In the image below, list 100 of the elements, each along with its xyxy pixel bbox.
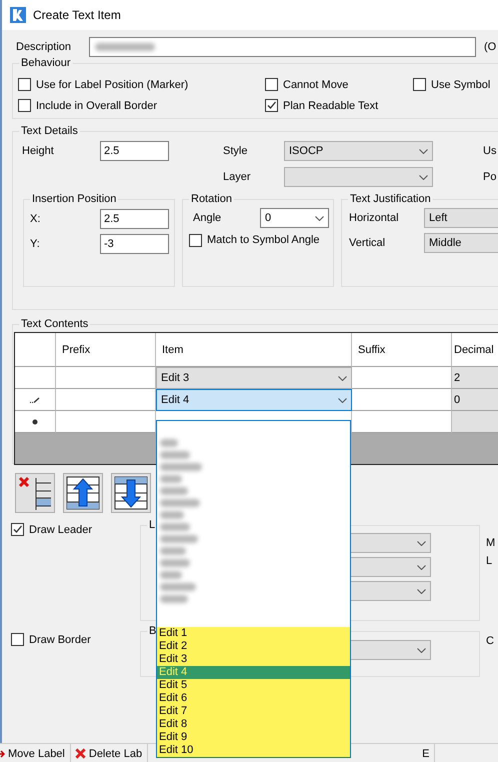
field-label: Layer (223, 171, 252, 183)
dropdown-item[interactable]: Edit 7 (157, 705, 350, 718)
group-title: Rotation (190, 193, 233, 205)
row-header[interactable] (15, 389, 56, 411)
field-label: Vertical (349, 237, 386, 249)
checkbox-label: Include in Overall Border (36, 100, 158, 112)
asterisk-icon (32, 418, 38, 424)
checkbox-box[interactable] (11, 523, 24, 536)
field-label: (O (484, 41, 496, 53)
dropdown-item[interactable]: Edit 1 (157, 627, 350, 640)
field-label: Style (223, 145, 248, 157)
taskbar-button[interactable]: E (418, 744, 436, 762)
field-label: M (486, 537, 496, 549)
checkbox-box[interactable] (18, 99, 31, 112)
checkbox[interactable]: Use for Label Position (Marker) (18, 74, 265, 95)
dropdown[interactable] (284, 167, 433, 187)
checkbox-label: Draw Leader (29, 524, 92, 536)
dropdown-item[interactable]: Edit 3 (157, 653, 350, 666)
group-title: Behaviour (20, 57, 72, 69)
field-label: Us (483, 145, 496, 157)
group-title: L (148, 519, 156, 531)
table-cell[interactable]: 0 (452, 389, 498, 411)
column-header: Prefix (56, 333, 156, 367)
chevron-down-icon (417, 540, 426, 546)
chevron-down-icon (417, 564, 426, 570)
dropdown-item[interactable]: Edit 2 (157, 640, 350, 653)
table-cell[interactable] (56, 411, 156, 433)
field-label: Description (16, 41, 72, 53)
field-label: Height (22, 145, 55, 157)
dropdown-item[interactable]: Edit 8 (157, 718, 350, 731)
move-up-icon (66, 476, 100, 510)
checkbox[interactable]: Draw Border (11, 629, 140, 650)
arrow-icon (0, 750, 5, 758)
checkbox-label: Draw Border (29, 634, 91, 646)
move-down-icon (114, 476, 148, 510)
delete-row-button[interactable] (15, 473, 55, 513)
taskbar-button[interactable]: Delete Lab (70, 744, 148, 762)
checkbox-label: Cannot Move (283, 78, 348, 90)
checkbox-box[interactable] (265, 99, 278, 112)
group-title: Text Justification (349, 193, 432, 205)
height-field[interactable]: 2.5 (100, 141, 169, 161)
dropdown[interactable]: ISOCP (284, 141, 433, 161)
taskbar-button[interactable]: Move Label (0, 744, 71, 762)
table-cell[interactable] (56, 367, 156, 389)
dropdown-item[interactable]: Edit 10 (157, 744, 350, 757)
checkbox[interactable]: Cannot Move (265, 74, 413, 95)
dropdown[interactable]: 0 (260, 208, 329, 228)
field-label: C (486, 635, 495, 647)
dropdown-item[interactable]: Edit 5 (157, 679, 350, 692)
dropdown-item[interactable]: Edit 6 (157, 692, 350, 705)
checkbox-box[interactable] (11, 633, 24, 646)
column-header: Decimal (452, 333, 498, 367)
table-cell[interactable] (56, 389, 156, 411)
item-dropdown[interactable]: Edit 4 (156, 389, 352, 411)
item-dropdown[interactable]: Edit 3 (156, 367, 352, 389)
checkbox-box[interactable] (265, 78, 278, 91)
pencil-icon (30, 396, 40, 402)
checkbox[interactable]: Use Symbol (413, 74, 498, 95)
app-logo-icon (10, 7, 26, 23)
checkbox-box[interactable] (189, 234, 202, 246)
group-title: B (148, 625, 158, 637)
chevron-down-icon (315, 216, 324, 220)
table-cell[interactable] (352, 411, 452, 433)
chevron-down-icon (417, 648, 426, 652)
description-field[interactable] (89, 37, 476, 57)
checkbox-label: Match to Symbol Angle (207, 234, 320, 246)
y-field[interactable]: -3 (100, 234, 169, 254)
checkbox-box[interactable] (413, 78, 426, 91)
delete-row-icon (17, 475, 53, 511)
field-label: L (486, 555, 494, 567)
checkbox[interactable]: Plan Readable Text (265, 95, 413, 116)
chevron-down-icon (338, 376, 347, 380)
table-cell[interactable] (352, 367, 452, 389)
dropdown-item[interactable]: Edit 9 (157, 731, 350, 744)
checkbox-box[interactable] (18, 78, 31, 91)
table-cell[interactable]: 2 (452, 367, 498, 389)
move-down-button[interactable] (111, 473, 151, 513)
x-field[interactable]: 2.5 (100, 209, 169, 229)
dropdown[interactable]: Middle (424, 233, 498, 253)
checkbox[interactable]: Include in Overall Border (18, 95, 265, 116)
row-header[interactable] (15, 367, 56, 389)
column-header: Suffix (352, 333, 452, 367)
chevron-down-icon (419, 148, 428, 154)
table-cell[interactable] (352, 389, 452, 411)
column-header: Item (156, 333, 352, 367)
move-up-button[interactable] (63, 473, 103, 513)
field-label: Horizontal (349, 212, 400, 224)
checkbox-label: Use Symbol (431, 78, 490, 90)
window-title: Create Text Item (33, 8, 121, 22)
chevron-down-icon (338, 398, 347, 402)
chevron-down-icon (419, 174, 428, 180)
field-label: Po (483, 171, 496, 183)
group-title: Text Contents (20, 318, 90, 330)
field-label: Y: (30, 238, 41, 250)
checkbox-label: Plan Readable Text (283, 100, 378, 112)
row-header[interactable] (15, 411, 56, 433)
corner-header (15, 333, 56, 367)
checkbox[interactable]: Match to Symbol Angle (189, 230, 320, 250)
checkbox[interactable]: Draw Leader (11, 519, 140, 540)
dropdown[interactable]: Left (424, 208, 498, 228)
